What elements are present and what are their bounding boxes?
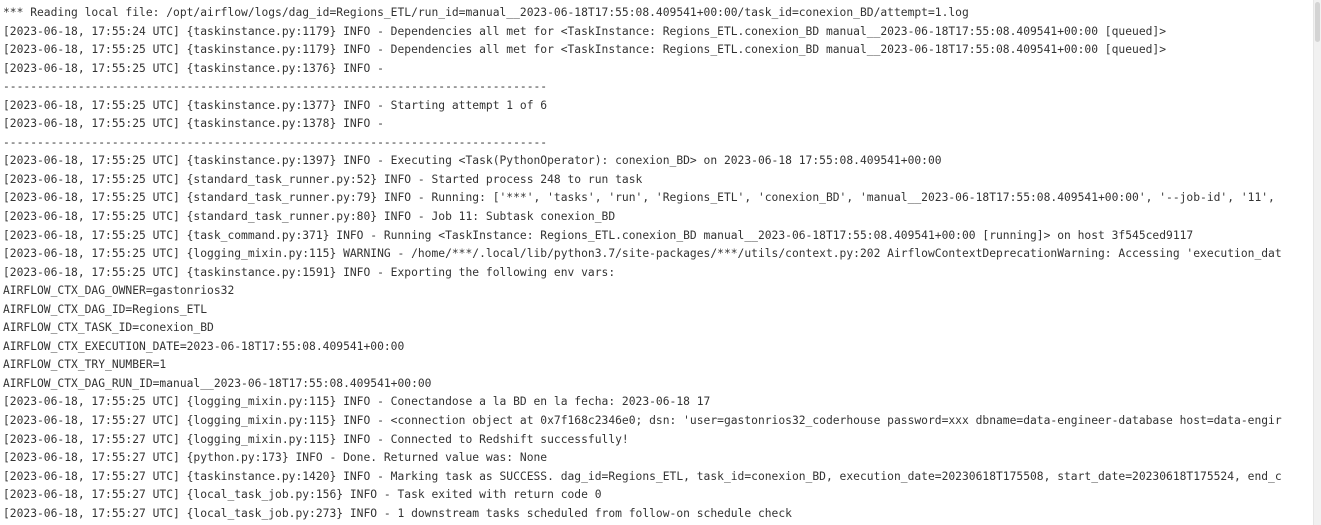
- log-line: [2023-06-18, 17:55:27 UTC] {taskinstance…: [3, 469, 1282, 483]
- log-line: [2023-06-18, 17:55:25 UTC] {taskinstance…: [3, 154, 942, 168]
- log-line: [2023-06-18, 17:55:25 UTC] {taskinstance…: [3, 61, 391, 75]
- vertical-scrollbar[interactable]: [1313, 0, 1321, 525]
- log-viewer: *** Reading local file: /opt/airflow/log…: [0, 0, 1314, 525]
- log-line: [2023-06-18, 17:55:25 UTC] {task_command…: [3, 228, 1194, 242]
- log-line: [2023-06-18, 17:55:25 UTC] {taskinstance…: [3, 117, 391, 131]
- log-line: [2023-06-18, 17:55:27 UTC] {python.py:17…: [3, 451, 548, 465]
- log-line: [2023-06-18, 17:55:25 UTC] {taskinstance…: [3, 98, 548, 112]
- log-line: [2023-06-18, 17:55:27 UTC] {local_task_j…: [3, 488, 602, 502]
- log-line: [2023-06-18, 17:55:25 UTC] {standard_tas…: [3, 191, 1275, 205]
- log-line: [2023-06-18, 17:55:24 UTC] {taskinstance…: [3, 24, 1167, 38]
- env-var-line: AIRFLOW_CTX_DAG_ID=Regions_ETL: [3, 302, 208, 316]
- log-line: [2023-06-18, 17:55:25 UTC] {taskinstance…: [3, 43, 1167, 57]
- env-var-line: AIRFLOW_CTX_DAG_RUN_ID=manual__2023-06-1…: [3, 376, 432, 390]
- log-line: [2023-06-18, 17:55:25 UTC] {standard_tas…: [3, 210, 616, 224]
- log-line: [2023-06-18, 17:55:25 UTC] {standard_tas…: [3, 172, 643, 186]
- log-line: [2023-06-18, 17:55:27 UTC] {logging_mixi…: [3, 432, 629, 446]
- scrollbar-thumb[interactable]: [1315, 2, 1320, 42]
- log-separator: ----------------------------------------…: [3, 80, 548, 94]
- log-separator: ----------------------------------------…: [3, 135, 548, 149]
- env-var-line: AIRFLOW_CTX_EXECUTION_DATE=2023-06-18T17…: [3, 339, 405, 353]
- env-var-line: AIRFLOW_CTX_DAG_OWNER=gastonrios32: [3, 284, 235, 298]
- env-var-line: AIRFLOW_CTX_TRY_NUMBER=1: [3, 358, 167, 372]
- env-var-line: AIRFLOW_CTX_TASK_ID=conexion_BD: [3, 321, 214, 335]
- log-line: [2023-06-18, 17:55:27 UTC] {logging_mixi…: [3, 414, 1282, 428]
- log-line: [2023-06-18, 17:55:25 UTC] {taskinstance…: [3, 265, 616, 279]
- log-line: *** Reading local file: /opt/airflow/log…: [3, 6, 969, 19]
- log-line: [2023-06-18, 17:55:25 UTC] {logging_mixi…: [3, 395, 711, 409]
- log-line: [2023-06-18, 17:55:27 UTC] {local_task_j…: [3, 506, 792, 520]
- log-line: [2023-06-18, 17:55:25 UTC] {logging_mixi…: [3, 247, 1282, 261]
